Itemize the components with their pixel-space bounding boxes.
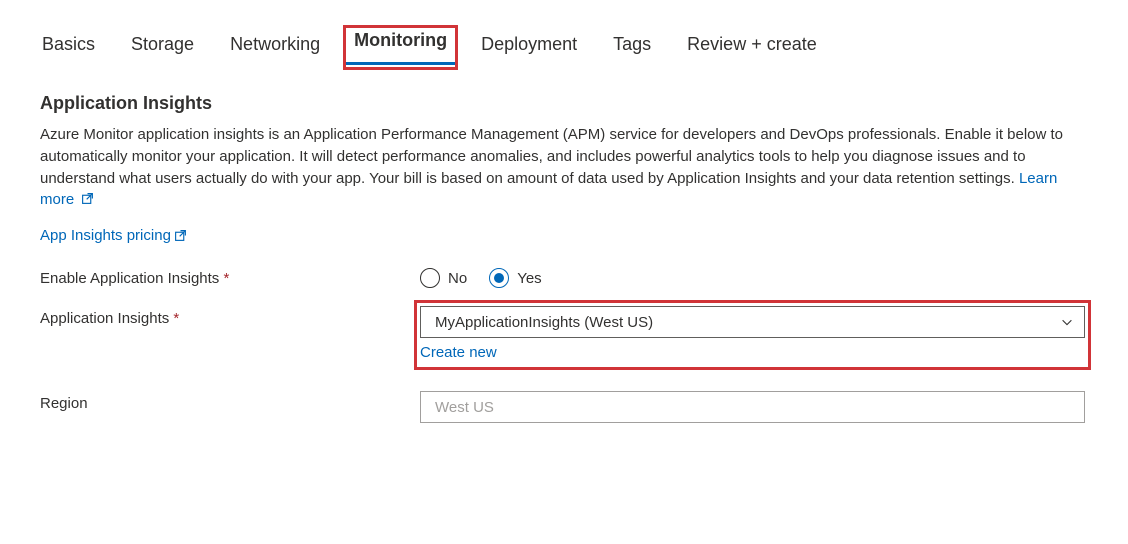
tab-storage-wrap: Storage bbox=[129, 30, 196, 65]
tab-bar: Basics Storage Networking Monitoring Dep… bbox=[40, 30, 1088, 65]
enable-label: Enable Application Insights * bbox=[40, 266, 420, 287]
enable-control: No Yes bbox=[420, 266, 1085, 288]
radio-yes[interactable]: Yes bbox=[489, 268, 541, 288]
section-title: Application Insights bbox=[40, 93, 1088, 114]
region-label: Region bbox=[40, 391, 420, 412]
tab-monitoring-wrap: Monitoring bbox=[343, 25, 458, 70]
ai-label: Application Insights * bbox=[40, 306, 420, 327]
tab-networking[interactable]: Networking bbox=[230, 34, 320, 54]
tab-monitoring[interactable]: Monitoring bbox=[354, 30, 447, 50]
required-marker: * bbox=[173, 310, 179, 327]
region-field: West US bbox=[420, 391, 1085, 423]
radio-yes-label: Yes bbox=[517, 270, 541, 287]
radio-yes-circle bbox=[489, 268, 509, 288]
row-app-insights: Application Insights * MyApplicationInsi… bbox=[40, 306, 1088, 367]
tab-review-create[interactable]: Review + create bbox=[687, 34, 817, 54]
region-value: West US bbox=[435, 399, 494, 416]
tab-basics-wrap: Basics bbox=[40, 30, 97, 65]
tab-tags[interactable]: Tags bbox=[613, 34, 651, 54]
tab-storage[interactable]: Storage bbox=[131, 34, 194, 54]
tab-deployment-wrap: Deployment bbox=[479, 30, 579, 65]
ai-label-text: Application Insights bbox=[40, 310, 169, 327]
chevron-down-icon bbox=[1060, 315, 1074, 329]
description-text: Azure Monitor application insights is an… bbox=[40, 124, 1080, 211]
tab-review-create-wrap: Review + create bbox=[685, 30, 819, 65]
radio-no-circle bbox=[420, 268, 440, 288]
required-marker: * bbox=[223, 270, 229, 287]
radio-no-label: No bbox=[448, 270, 467, 287]
external-link-icon bbox=[174, 229, 187, 242]
create-new-link[interactable]: Create new bbox=[420, 344, 497, 361]
radio-yes-dot bbox=[494, 273, 504, 283]
ai-highlight: MyApplicationInsights (West US) Create n… bbox=[414, 300, 1091, 370]
tab-underline bbox=[346, 62, 455, 65]
row-enable-app-insights: Enable Application Insights * No Yes bbox=[40, 266, 1088, 288]
ai-control: MyApplicationInsights (West US) Create n… bbox=[420, 306, 1085, 367]
tab-basics[interactable]: Basics bbox=[42, 34, 95, 54]
radio-no[interactable]: No bbox=[420, 268, 467, 288]
tab-tags-wrap: Tags bbox=[611, 30, 653, 65]
external-link-icon bbox=[81, 192, 94, 205]
enable-label-text: Enable Application Insights bbox=[40, 270, 219, 287]
enable-radio-group: No Yes bbox=[420, 266, 1085, 288]
row-region: Region West US bbox=[40, 391, 1088, 423]
tab-deployment[interactable]: Deployment bbox=[481, 34, 577, 54]
app-insights-value: MyApplicationInsights (West US) bbox=[435, 314, 653, 331]
app-insights-pricing-link[interactable]: App Insights pricing bbox=[40, 227, 187, 244]
tab-networking-wrap: Networking bbox=[228, 30, 322, 65]
pricing-link-label: App Insights pricing bbox=[40, 227, 171, 244]
description-body: Azure Monitor application insights is an… bbox=[40, 126, 1063, 187]
region-control: West US bbox=[420, 391, 1085, 423]
app-insights-dropdown[interactable]: MyApplicationInsights (West US) bbox=[420, 306, 1085, 338]
